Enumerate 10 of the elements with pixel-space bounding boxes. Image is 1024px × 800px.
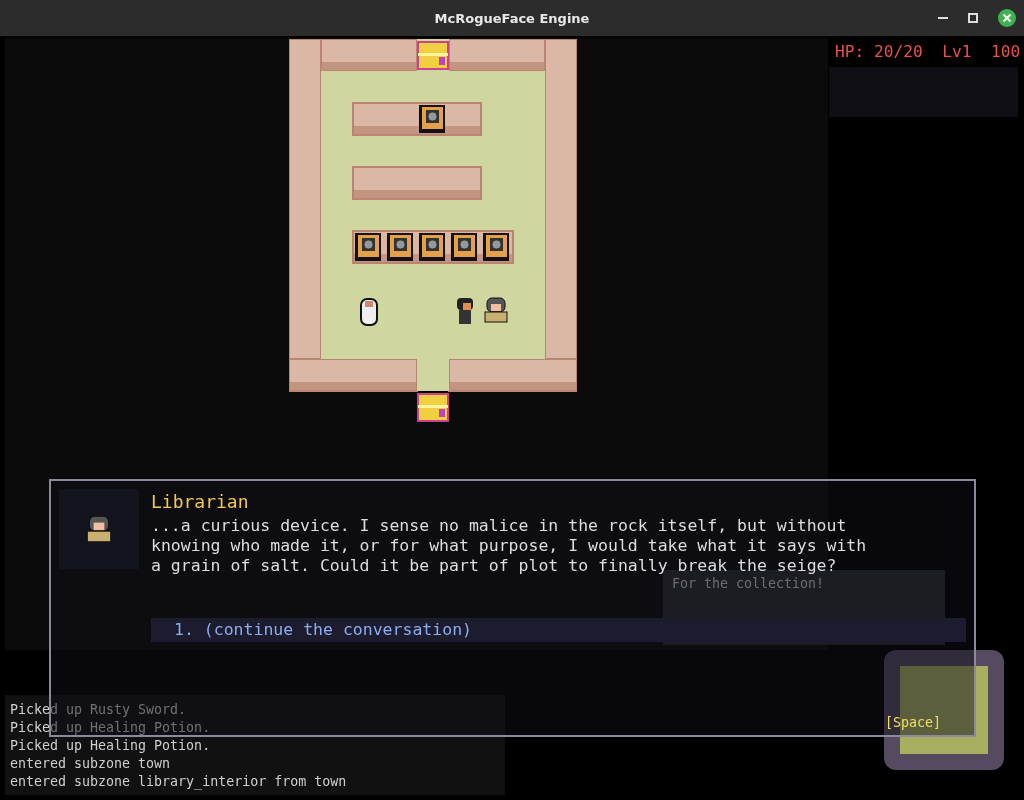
- key-hint: [Space]: [885, 715, 942, 730]
- close-icon[interactable]: [998, 9, 1016, 27]
- log-message: Picked up Healing Potion.: [10, 737, 212, 755]
- maximize-icon[interactable]: [968, 13, 978, 23]
- speaker-name: Librarian: [151, 490, 250, 514]
- log-message: entered subzone library_interior from town: [10, 773, 348, 791]
- log-message: entered subzone town: [10, 755, 172, 773]
- dialog-option[interactable]: 1. (continue the conversation): [151, 618, 966, 642]
- hud-stats: HP: 20/20 Lv1 100: [835, 42, 1021, 61]
- window-title: McRogueFace Engine: [434, 10, 590, 26]
